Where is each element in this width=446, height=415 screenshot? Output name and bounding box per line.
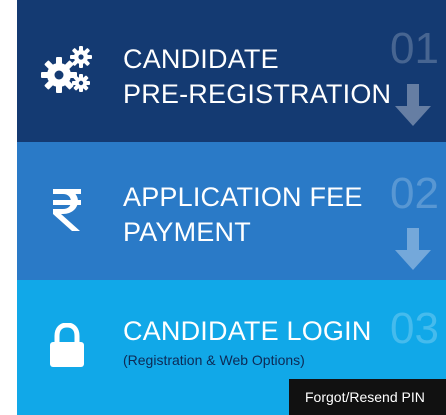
- step-3-title: CANDIDATE LOGIN: [123, 316, 372, 346]
- step-2-title-line2: PAYMENT: [123, 217, 251, 247]
- down-arrow-icon: [395, 228, 431, 270]
- step-1-number: 01: [390, 24, 439, 73]
- step-2-number: 02: [390, 169, 439, 218]
- down-arrow-icon: [395, 84, 431, 126]
- step-candidate-pre-registration[interactable]: CANDIDATE PRE-REGISTRATION 01: [17, 0, 446, 142]
- step-2-title-line1: APPLICATION FEE: [123, 182, 363, 212]
- step-3-number: 03: [390, 304, 439, 353]
- step-1-title-line2: PRE-REGISTRATION: [123, 79, 392, 109]
- step-3-label: CANDIDATE LOGIN (Registration & Web Opti…: [123, 314, 372, 369]
- step-2-label: APPLICATION FEE PAYMENT: [123, 180, 363, 250]
- steps-panel: CANDIDATE PRE-REGISTRATION 01 APPLICATIO…: [17, 0, 446, 415]
- step-application-fee-payment[interactable]: APPLICATION FEE PAYMENT 02: [17, 142, 446, 280]
- step-1-label: CANDIDATE PRE-REGISTRATION: [123, 42, 391, 112]
- forgot-resend-pin-button[interactable]: Forgot/Resend PIN: [289, 379, 446, 415]
- rupee-icon: [35, 180, 99, 240]
- step-1-title-line1: CANDIDATE: [123, 44, 279, 74]
- step-3-subtitle: (Registration & Web Options): [123, 352, 305, 368]
- gears-icon: [35, 40, 99, 100]
- lock-icon: [35, 316, 99, 376]
